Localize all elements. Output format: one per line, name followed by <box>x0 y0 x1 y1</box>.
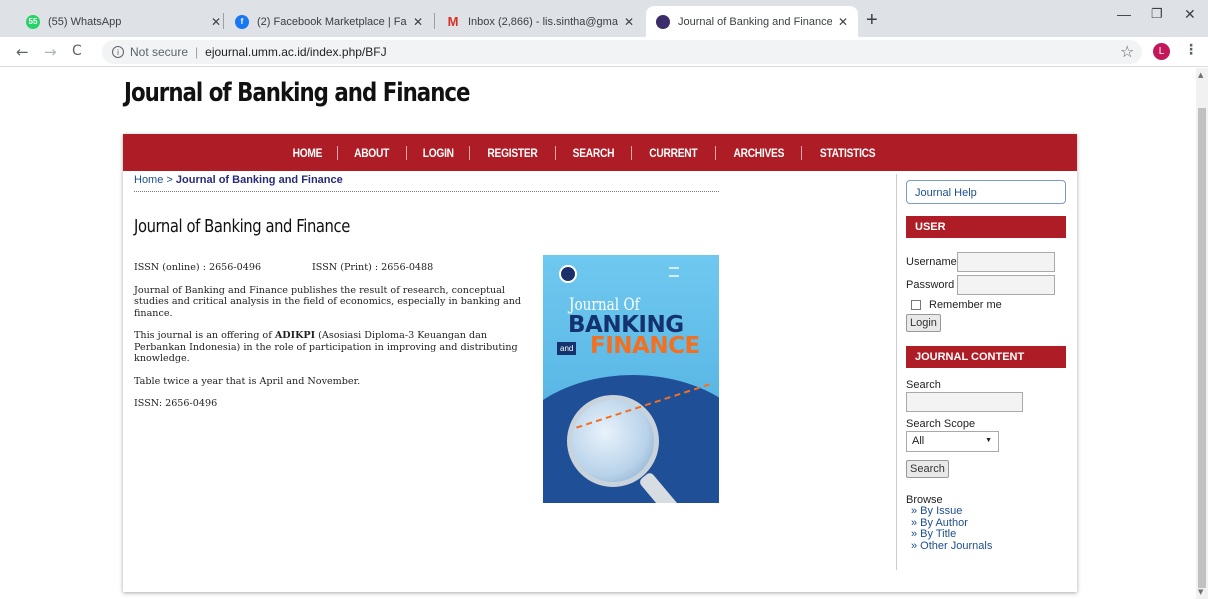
main-content: Home > Journal of Banking and Finance Jo… <box>134 174 724 503</box>
browser-menu-icon[interactable]: ⋮ <box>1184 42 1198 58</box>
issn-footer: ISSN: 2656-0496 <box>134 398 218 409</box>
tab-divider <box>223 13 224 29</box>
remember-me-label: Remember me <box>929 299 1002 311</box>
profile-avatar[interactable]: L <box>1153 43 1170 60</box>
back-icon[interactable]: ← <box>16 43 29 61</box>
menu-icon <box>669 267 679 277</box>
whatsapp-icon: 55 <box>26 14 40 29</box>
reload-icon[interactable]: C <box>72 43 82 59</box>
tab-title: Journal of Banking and Finance <box>678 15 832 28</box>
main-navbar: HOME ABOUT LOGIN REGISTER SEARCH CURRENT… <box>123 134 1077 171</box>
nav-home[interactable]: HOME <box>281 146 333 160</box>
browse-by-issue[interactable]: » By Issue <box>911 505 1068 518</box>
offering-text: This journal is an offering of ADIKPI (A… <box>134 330 518 364</box>
close-icon[interactable]: ✕ <box>413 15 423 29</box>
nav-register[interactable]: REGISTER <box>476 146 548 160</box>
site-title[interactable]: Journal of Banking and Finance <box>124 78 471 108</box>
password-label: Password <box>906 279 955 291</box>
sidebar-divider <box>896 174 897 570</box>
breadcrumb-home[interactable]: Home <box>134 174 163 186</box>
login-button[interactable]: Login <box>906 314 941 332</box>
breadcrumb-current[interactable]: Journal of Banking and Finance <box>176 174 343 186</box>
magnifier-icon <box>567 395 659 487</box>
login-form: Username Password Remember me Login <box>906 252 1068 332</box>
user-block-title: USER <box>906 216 1066 238</box>
issn-online: ISSN (online) : 2656-0496 <box>134 262 262 273</box>
gmail-icon: M <box>447 14 459 29</box>
url-text: ejournal.umm.ac.id/index.php/BFJ <box>205 45 387 59</box>
journal-description: ISSN (online) : 2656-0496 ISSN (Print) :… <box>134 262 539 421</box>
journal-content-title: JOURNAL CONTENT <box>906 346 1066 368</box>
close-window-button[interactable]: ✕ <box>1184 6 1196 23</box>
page-title: Journal of Banking and Finance <box>134 216 350 237</box>
forward-icon[interactable]: → <box>44 43 57 61</box>
search-button[interactable]: Search <box>906 460 949 478</box>
journal-help-button[interactable]: Journal Help <box>906 180 1066 204</box>
minimize-button[interactable]: — <box>1117 6 1131 22</box>
nav-archives[interactable]: ARCHIVES <box>722 146 795 160</box>
scroll-down-icon[interactable]: ▼ <box>1198 588 1203 596</box>
search-scope-select[interactable]: All ▼ <box>906 431 999 452</box>
tab-title: Inbox (2,866) - lis.sintha@gmail.c <box>468 15 618 28</box>
close-icon[interactable]: ✕ <box>211 15 221 29</box>
nav-current[interactable]: CURRENT <box>638 146 708 160</box>
issn-print: ISSN (Print) : 2656-0488 <box>312 262 434 273</box>
close-icon[interactable]: ✕ <box>624 15 634 29</box>
new-tab-button[interactable]: + <box>866 9 878 32</box>
tab-whatsapp[interactable]: 55 (55) WhatsApp ✕ <box>16 6 231 37</box>
breadcrumb: Home > Journal of Banking and Finance <box>134 174 719 192</box>
tab-gmail[interactable]: M Inbox (2,866) - lis.sintha@gmail.c ✕ <box>436 6 644 37</box>
browse-other-journals[interactable]: » Other Journals <box>911 540 1068 553</box>
tab-journal[interactable]: Journal of Banking and Finance ✕ <box>646 6 858 37</box>
scroll-up-icon[interactable]: ▲ <box>1198 71 1203 79</box>
nav-search[interactable]: SEARCH <box>562 146 626 160</box>
info-icon[interactable]: i <box>112 46 124 58</box>
password-field[interactable] <box>957 275 1055 295</box>
journal-cover-image: Journal Of BANKING and FINANCE <box>543 255 719 503</box>
browse-by-title[interactable]: » By Title <box>911 529 1068 541</box>
journal-icon <box>656 14 670 29</box>
search-label: Search <box>906 379 941 391</box>
restore-button[interactable]: ❐ <box>1151 6 1163 22</box>
search-scope-label: Search Scope <box>906 418 976 430</box>
university-logo-icon <box>559 265 577 283</box>
remember-me-checkbox[interactable] <box>911 300 921 310</box>
tab-facebook[interactable]: f (2) Facebook Marketplace | Faceb ✕ <box>225 6 433 37</box>
close-icon[interactable]: ✕ <box>838 15 848 29</box>
nav-login[interactable]: LOGIN <box>411 146 464 160</box>
tab-title: (2) Facebook Marketplace | Faceb <box>257 15 407 28</box>
tab-title: (55) WhatsApp <box>48 15 122 28</box>
nav-about[interactable]: ABOUT <box>343 146 400 160</box>
browse-section: Browse » By Issue » By Author » By Title… <box>906 494 1068 552</box>
security-label: Not secure <box>130 45 189 59</box>
search-form: Search Search Scope All ▼ Search <box>906 379 1068 478</box>
sidebar: Journal Help USER Username Password Reme… <box>906 180 1068 552</box>
chevron-down-icon: ▼ <box>985 437 992 444</box>
username-field[interactable] <box>957 252 1055 272</box>
issn-row: ISSN (online) : 2656-0496 ISSN (Print) :… <box>134 262 539 274</box>
page-scrollbar[interactable]: ▲ ▼ <box>1196 68 1208 599</box>
bookmark-star-icon[interactable]: ☆ <box>1120 42 1134 61</box>
description-text: Journal of Banking and Finance publishes… <box>134 284 522 319</box>
username-label: Username <box>906 256 957 268</box>
browser-tab-strip: 55 (55) WhatsApp ✕ f (2) Facebook Market… <box>0 0 1208 37</box>
page-viewport: Journal of Banking and Finance HOME ABOU… <box>0 68 1196 599</box>
address-bar[interactable]: i Not secure | ejournal.umm.ac.id/index.… <box>102 40 1142 64</box>
scroll-thumb[interactable] <box>1198 108 1206 588</box>
browser-toolbar: ← → C i Not secure | ejournal.umm.ac.id/… <box>0 37 1208 67</box>
facebook-icon: f <box>235 14 249 29</box>
tab-divider <box>434 13 435 29</box>
schedule-text: Table twice a year that is April and Nov… <box>134 375 361 387</box>
nav-statistics[interactable]: STATISTICS <box>809 146 887 160</box>
page-container: HOME ABOUT LOGIN REGISTER SEARCH CURRENT… <box>123 134 1077 592</box>
search-input[interactable] <box>906 392 1023 412</box>
